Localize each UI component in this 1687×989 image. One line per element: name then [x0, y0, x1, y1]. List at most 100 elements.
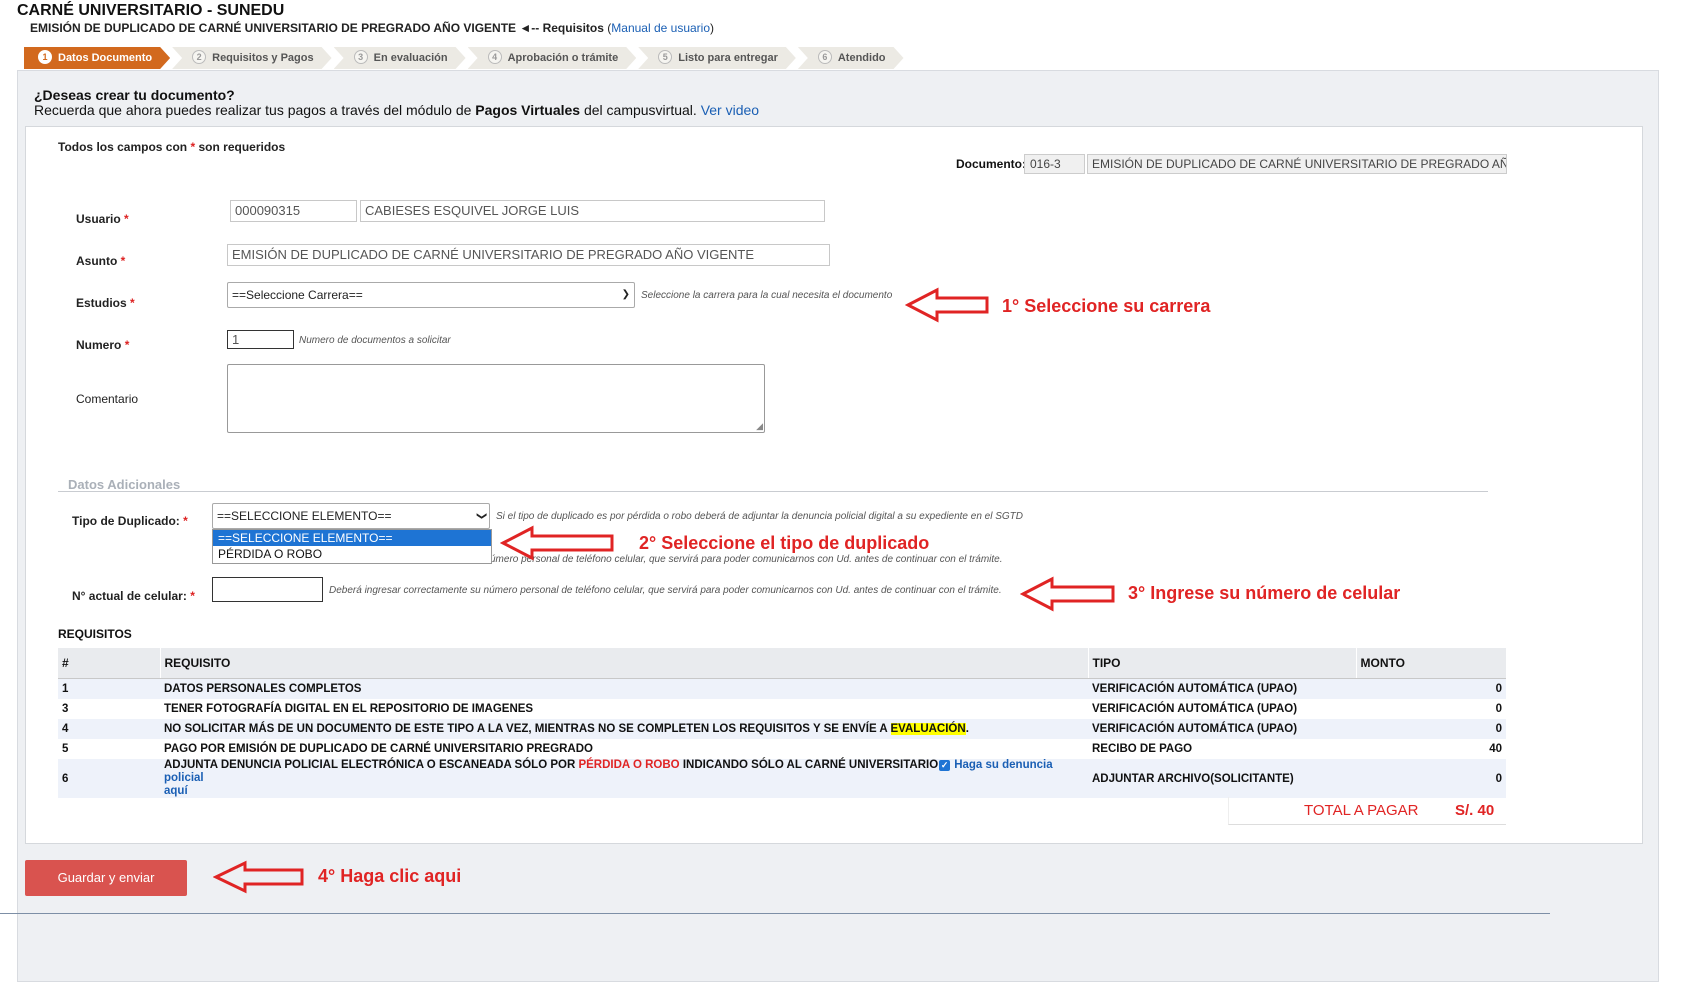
footer-divider: [0, 913, 1550, 914]
cell-number: 3: [62, 703, 69, 715]
celular-help: Deberá ingresar correctamente su número …: [329, 585, 1002, 596]
column-header: MONTO: [1355, 648, 1506, 679]
cell-monto: 0: [1356, 719, 1506, 739]
step-requisitos-pagos[interactable]: 2 Requisitos y Pagos: [172, 47, 331, 69]
step-atendido[interactable]: 6 Atendido: [798, 47, 904, 69]
checkbox-icon[interactable]: ✓: [939, 760, 951, 771]
step-en-evaluacion[interactable]: 3 En evaluación: [334, 47, 466, 69]
celular-label: N° actual de celular: *: [72, 589, 195, 603]
usuario-name-field[interactable]: CABIESES ESQUIVEL JORGE LUIS: [360, 200, 825, 222]
cell-requisito: DATOS PERSONALES COMPLETOS: [160, 678, 1088, 699]
cell-number: 6: [58, 759, 160, 798]
step-number: 6: [818, 50, 832, 64]
arrow-left-icon: [905, 287, 989, 323]
arrow-left-icon: [213, 860, 304, 894]
numero-field[interactable]: 1: [227, 330, 294, 349]
comentario-label: Comentario: [76, 392, 139, 406]
documento-name-field: EMISIÓN DE DUPLICADO DE CARNÉ UNIVERSITA…: [1087, 154, 1507, 174]
manual-link[interactable]: Manual de usuario: [611, 21, 710, 35]
cell-requisito: ADJUNTA DENUNCIA POLICIAL ELECTRÓNICA O …: [160, 759, 1088, 798]
arrow-left-icon: [500, 525, 614, 561]
tipo-duplicado-dropdown[interactable]: ==SELECCIONE ELEMENTO== PÉRDIDA O ROBO: [212, 529, 492, 564]
cell-monto: 40: [1489, 743, 1502, 755]
column-header: #: [58, 648, 160, 679]
cell-tipo: VERIFICACIÓN AUTOMÁTICA (UPAO): [1092, 703, 1298, 715]
chevron-down-icon: ❯: [475, 511, 487, 521]
step-label: Requisitos y Pagos: [212, 52, 314, 64]
cell-tipo: VERIFICACIÓN AUTOMÁTICA (UPAO): [1088, 719, 1356, 739]
cell-tipo: VERIFICACIÓN AUTOMÁTICA (UPAO): [1088, 678, 1356, 699]
subtitle-text: EMISIÓN DE DUPLICADO DE CARNÉ UNIVERSITA…: [30, 21, 517, 35]
asunto-label-text: Asunto: [76, 254, 118, 268]
annotation-step-2: 2° Seleccione el tipo de duplicado: [639, 533, 930, 553]
dropdown-option[interactable]: ==SELECCIONE ELEMENTO==: [213, 530, 491, 546]
asunto-label: Asunto *: [76, 254, 125, 268]
cell-requisito: NO SOLICITAR MÁS DE UN DOCUMENTO DE ESTE…: [160, 719, 1088, 739]
required-star: *: [124, 338, 130, 352]
tipo-duplicado-select[interactable]: ==SELECCIONE ELEMENTO== ❯: [212, 503, 490, 529]
cell-requisito: PAGO POR EMISIÓN DE DUPLICADO DE CARNÉ U…: [164, 743, 593, 755]
celular-label-text: N° actual de celular:: [72, 589, 187, 603]
required-star: *: [190, 589, 195, 603]
arrow-left-icon: [1020, 576, 1115, 612]
estudios-select[interactable]: ==Seleccione Carrera== ❯: [227, 282, 635, 308]
requisitos-table: # REQUISITO TIPO MONTO 1 DATOS PERSONALE…: [58, 648, 1506, 798]
video-link[interactable]: Ver video: [701, 102, 759, 118]
table-row: 1 DATOS PERSONALES COMPLETOS VERIFICACIÓ…: [58, 678, 1506, 699]
required-note: Todos los campos con * son requeridos: [58, 140, 285, 154]
tipo-duplicado-help: Si el tipo de duplicado es por pérdida o…: [496, 511, 1024, 522]
cell-number: 1: [58, 678, 160, 699]
intro-text-bold: Pagos Virtuales: [475, 102, 581, 118]
total-label: TOTAL A PAGAR: [1304, 802, 1419, 819]
denuncia-link-aqui[interactable]: aquí: [164, 785, 188, 797]
estudios-help: Seleccione la carrera para la cual neces…: [641, 290, 893, 301]
section-divider: [58, 491, 1488, 492]
annotation-step-1: 1° Seleccione su carrera: [1002, 296, 1211, 316]
table-row: 5 PAGO POR EMISIÓN DE DUPLICADO DE CARNÉ…: [58, 739, 1506, 759]
requisitos-title: REQUISITOS: [58, 627, 132, 641]
required-note-text: Todos los campos con: [58, 140, 188, 154]
required-star: *: [130, 296, 135, 310]
table-row: 4 NO SOLICITAR MÁS DE UN DOCUMENTO DE ES…: [58, 719, 1506, 739]
save-send-button[interactable]: Guardar y enviar: [25, 860, 187, 896]
usuario-code-field[interactable]: 000090315: [230, 200, 357, 222]
documento-label: Documento:: [956, 157, 1026, 171]
column-header: TIPO: [1087, 648, 1356, 679]
table-row: 6 ADJUNTA DENUNCIA POLICIAL ELECTRÓNICA …: [58, 759, 1506, 798]
numero-label: Numero *: [76, 338, 129, 352]
resize-handle-icon[interactable]: ◢: [756, 421, 763, 432]
estudios-select-value: ==Seleccione Carrera==: [232, 288, 363, 302]
intro-text-start: Recuerda que ahora puedes realizar tus p…: [34, 102, 476, 118]
red-text: PÉRDIDA O ROBO: [578, 759, 680, 771]
step-listo-entregar[interactable]: 5 Listo para entregar: [638, 47, 796, 69]
step-aprobacion[interactable]: 4 Aprobación o trámite: [468, 47, 637, 69]
step-datos-documento[interactable]: 1 Datos Documento: [24, 47, 170, 69]
step-label: Atendido: [837, 52, 886, 64]
annotation-step-3: 3° Ingrese su número de celular: [1128, 583, 1401, 603]
step-label: Datos Documento: [58, 52, 153, 64]
asunto-field[interactable]: EMISIÓN DE DUPLICADO DE CARNÉ UNIVERSITA…: [227, 244, 830, 266]
required-star: *: [183, 514, 188, 528]
documento-code-field: 016-3: [1024, 154, 1085, 174]
step-number: 1: [38, 50, 52, 64]
dropdown-option[interactable]: PÉRDIDA O ROBO: [213, 546, 491, 562]
cell-tipo: RECIBO DE PAGO: [1092, 743, 1193, 755]
step-number: 4: [488, 50, 502, 64]
chevron-down-icon: ❯: [621, 289, 630, 300]
page-subtitle: EMISIÓN DE DUPLICADO DE CARNÉ UNIVERSITA…: [30, 21, 714, 35]
tipo-duplicado-label-text: Tipo de Duplicado:: [72, 514, 180, 528]
total-value: S/. 40: [1455, 802, 1495, 819]
cell-requisito: TENER FOTOGRAFÍA DIGITAL EN EL REPOSITOR…: [164, 703, 534, 715]
celular-field[interactable]: [212, 577, 323, 602]
highlighted-text: EVALUACIÓN: [890, 723, 966, 735]
annotation-step-4: 4° Haga clic aqui: [318, 866, 462, 886]
cell-number: 4: [58, 719, 160, 739]
intro-question: ¿Deseas crear tu documento?: [34, 87, 235, 103]
numero-help: Numero de documentos a solicitar: [299, 335, 451, 346]
requisitos-link[interactable]: ◄-- Requisitos: [519, 21, 604, 35]
comentario-textarea[interactable]: ◢: [227, 364, 765, 433]
page-title: CARNÉ UNIVERSITARIO - SUNEDU: [17, 2, 285, 19]
step-label: En evaluación: [373, 52, 448, 64]
required-star: *: [190, 140, 196, 154]
column-header: REQUISITO: [159, 648, 1088, 679]
